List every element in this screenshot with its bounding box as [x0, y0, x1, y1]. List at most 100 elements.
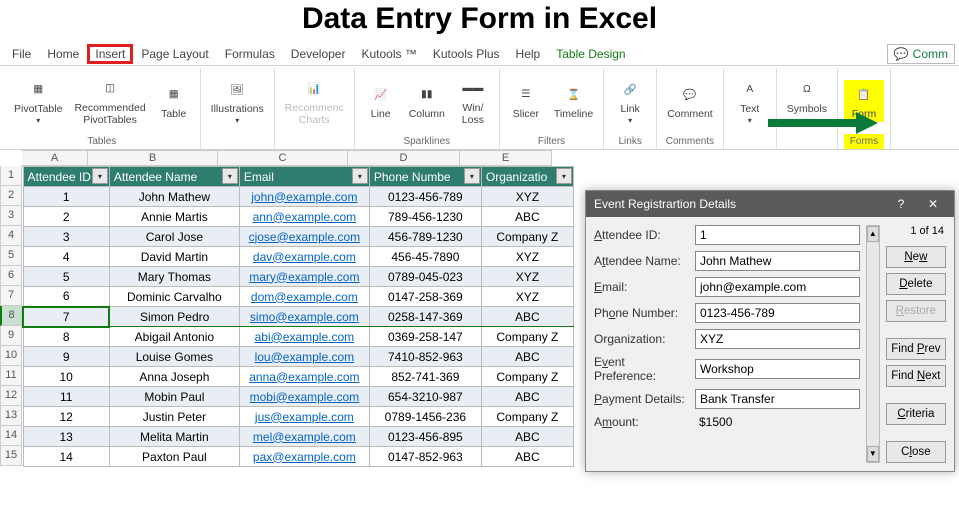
cell-email[interactable]: mel@example.com: [239, 427, 369, 447]
cell-id[interactable]: 11: [23, 387, 109, 407]
filter-button[interactable]: ▾: [464, 168, 480, 184]
cell-email[interactable]: john@example.com: [239, 187, 369, 207]
cell-phone[interactable]: 456-45-7890: [369, 247, 481, 267]
cell-phone[interactable]: 0789-045-023: [369, 267, 481, 287]
cell-name[interactable]: Carol Jose: [109, 227, 239, 247]
cell-id[interactable]: 2: [23, 207, 109, 227]
cell-id[interactable]: 13: [23, 427, 109, 447]
cell-phone[interactable]: 789-456-1230: [369, 207, 481, 227]
menu-kutools[interactable]: Kutools ™: [353, 44, 424, 64]
cell-email[interactable]: simo@example.com: [239, 307, 369, 327]
cell-name[interactable]: Abigail Antonio: [109, 327, 239, 347]
cell-org[interactable]: XYZ: [481, 267, 573, 287]
cell-org[interactable]: ABC: [481, 427, 573, 447]
menu-kutools-plus[interactable]: Kutools Plus: [425, 44, 508, 64]
table-row[interactable]: 14Paxton Paulpax@example.com0147-852-963…: [23, 447, 573, 467]
form-titlebar[interactable]: Event Registrartion Details ? ✕: [586, 191, 954, 217]
cell-email[interactable]: abi@example.com: [239, 327, 369, 347]
criteria-button[interactable]: Criteria: [886, 403, 946, 425]
menu-home[interactable]: Home: [39, 44, 87, 64]
input-event-pref[interactable]: [695, 359, 860, 379]
filter-button[interactable]: ▾: [92, 168, 108, 184]
form-button[interactable]: 📋Form: [844, 80, 884, 122]
cell-phone[interactable]: 0123-456-789: [369, 187, 481, 207]
table-row[interactable]: 12Justin Peterjus@example.com0789-1456-2…: [23, 407, 573, 427]
row-header-4[interactable]: 4: [0, 226, 22, 246]
cell-org[interactable]: Company Z: [481, 407, 573, 427]
cell-org[interactable]: Company Z: [481, 227, 573, 247]
table-row[interactable]: 11Mobin Paulmobi@example.com654-3210-987…: [23, 387, 573, 407]
row-header-9[interactable]: 9: [0, 326, 22, 346]
cell-email[interactable]: dav@example.com: [239, 247, 369, 267]
cell-org[interactable]: ABC: [481, 387, 573, 407]
cell-phone[interactable]: 852-741-369: [369, 367, 481, 387]
table-row[interactable]: 5Mary Thomasmary@example.com0789-045-023…: [23, 267, 573, 287]
cell-name[interactable]: Annie Martis: [109, 207, 239, 227]
row-header-14[interactable]: 14: [0, 426, 22, 446]
cell-email[interactable]: pax@example.com: [239, 447, 369, 467]
menu-file[interactable]: File: [4, 44, 39, 64]
cell-id[interactable]: 1: [23, 187, 109, 207]
cell-email[interactable]: mary@example.com: [239, 267, 369, 287]
cell-phone[interactable]: 0123-456-895: [369, 427, 481, 447]
input-payment[interactable]: [695, 389, 860, 409]
illustrations-button[interactable]: 🖼Illustrations▾: [207, 75, 268, 127]
cell-email[interactable]: ann@example.com: [239, 207, 369, 227]
cell-id[interactable]: 9: [23, 347, 109, 367]
row-header-2[interactable]: 2: [0, 186, 22, 206]
table-row[interactable]: 13Melita Martinmel@example.com0123-456-8…: [23, 427, 573, 447]
cell-phone[interactable]: 0258-147-369: [369, 307, 481, 327]
table-row[interactable]: 8Abigail Antonioabi@example.com0369-258-…: [23, 327, 573, 347]
row-header-3[interactable]: 3: [0, 206, 22, 226]
col-header-d[interactable]: D: [348, 150, 460, 166]
header-email[interactable]: Email▾: [239, 167, 369, 187]
timeline-button[interactable]: ⌛Timeline: [550, 80, 597, 122]
cell-name[interactable]: John Mathew: [109, 187, 239, 207]
row-header-15[interactable]: 15: [0, 446, 22, 466]
input-email[interactable]: [695, 277, 860, 297]
comment-button[interactable]: 💬Comment: [663, 80, 717, 122]
cell-email[interactable]: lou@example.com: [239, 347, 369, 367]
row-header-7[interactable]: 7: [0, 286, 22, 306]
row-header-11[interactable]: 11: [0, 366, 22, 386]
cell-phone[interactable]: 654-3210-987: [369, 387, 481, 407]
filter-button[interactable]: ▾: [222, 168, 238, 184]
row-header-8[interactable]: 8: [0, 306, 22, 326]
cell-name[interactable]: Mary Thomas: [109, 267, 239, 287]
scroll-down-button[interactable]: ▼: [867, 446, 879, 462]
new-button[interactable]: New: [886, 246, 946, 268]
menu-table-design[interactable]: Table Design: [548, 44, 633, 64]
table-row[interactable]: 4David Martindav@example.com456-45-7890X…: [23, 247, 573, 267]
col-header-c[interactable]: C: [218, 150, 348, 166]
sparkline-winloss-button[interactable]: ▬▬Win/ Loss: [453, 74, 493, 128]
table-button[interactable]: ▦Table: [154, 80, 194, 122]
cell-phone[interactable]: 0789-1456-236: [369, 407, 481, 427]
col-header-b[interactable]: B: [88, 150, 218, 166]
cell-name[interactable]: Mobin Paul: [109, 387, 239, 407]
menu-developer[interactable]: Developer: [283, 44, 354, 64]
table-row[interactable]: 2Annie Martisann@example.com789-456-1230…: [23, 207, 573, 227]
input-org[interactable]: [695, 329, 860, 349]
menu-insert[interactable]: Insert: [87, 44, 133, 64]
filter-button[interactable]: ▾: [556, 168, 572, 184]
cell-email[interactable]: jus@example.com: [239, 407, 369, 427]
cell-id[interactable]: 6: [23, 287, 109, 307]
pivottable-button[interactable]: ▦PivotTable▾: [10, 75, 66, 127]
table-row[interactable]: 7Simon Pedrosimo@example.com0258-147-369…: [23, 307, 573, 327]
cell-org[interactable]: ABC: [481, 207, 573, 227]
cell-id[interactable]: 7: [23, 307, 109, 327]
cell-id[interactable]: 14: [23, 447, 109, 467]
filter-button[interactable]: ▾: [352, 168, 368, 184]
cell-name[interactable]: David Martin: [109, 247, 239, 267]
table-row[interactable]: 3Carol Josecjose@example.com456-789-1230…: [23, 227, 573, 247]
close-button[interactable]: ✕: [920, 194, 946, 214]
header-attendee-id[interactable]: Attendee ID▾: [23, 167, 109, 187]
row-header-6[interactable]: 6: [0, 266, 22, 286]
cell-phone[interactable]: 456-789-1230: [369, 227, 481, 247]
header-attendee-name[interactable]: Attendee Name▾: [109, 167, 239, 187]
cell-name[interactable]: Justin Peter: [109, 407, 239, 427]
cell-name[interactable]: Dominic Carvalho: [109, 287, 239, 307]
cell-org[interactable]: XYZ: [481, 187, 573, 207]
close-form-button[interactable]: Close: [886, 441, 946, 463]
cell-phone[interactable]: 0369-258-147: [369, 327, 481, 347]
